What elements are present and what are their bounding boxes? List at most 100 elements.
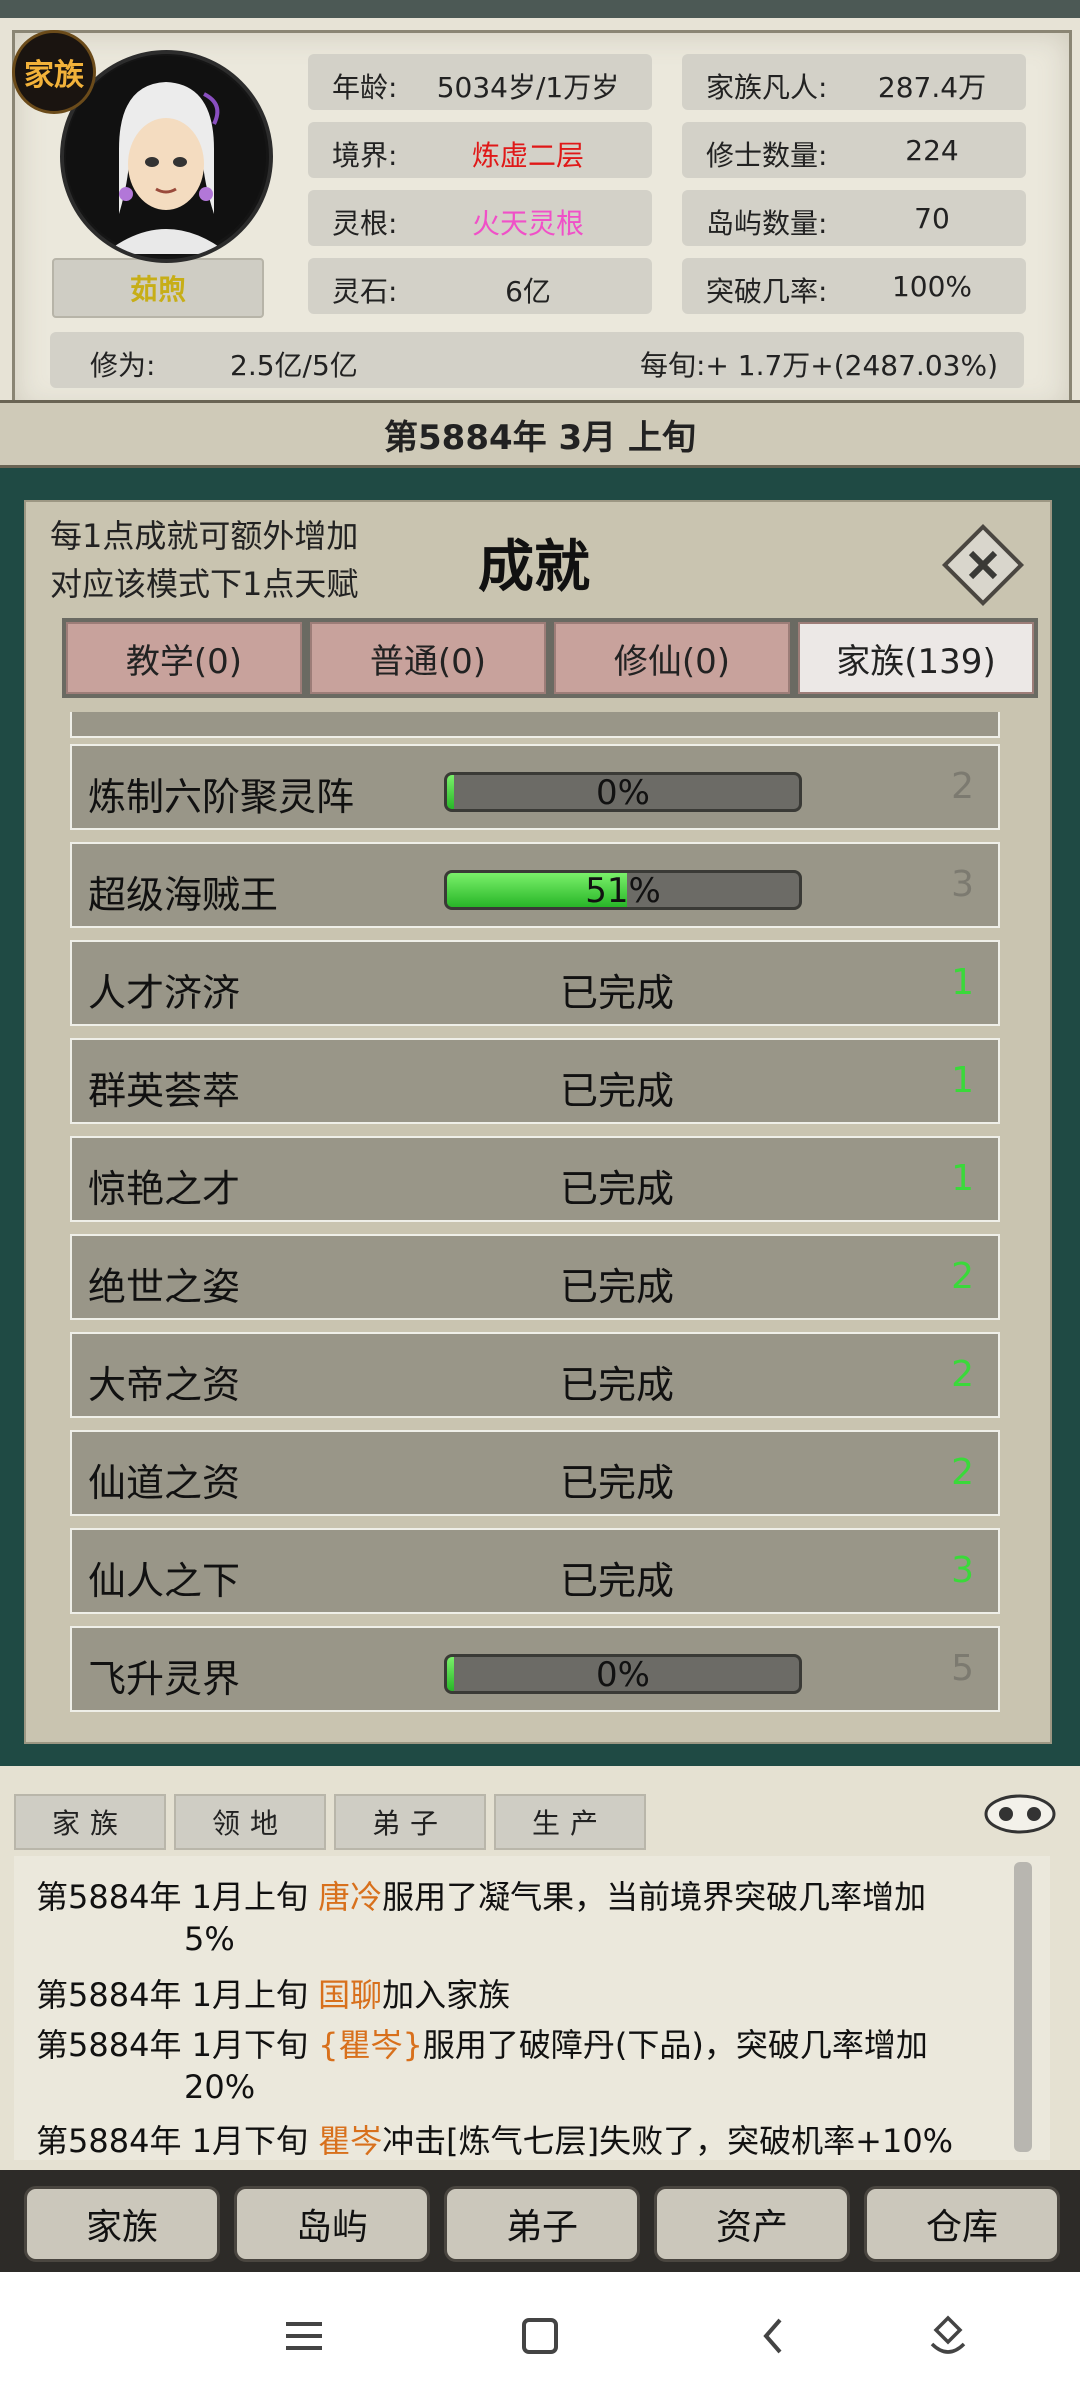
progress-text: 0%	[596, 773, 650, 812]
progress-bar: 0%	[444, 772, 802, 812]
nav-clan-button[interactable]: 家族	[24, 2186, 220, 2262]
system-nav-bar	[0, 2272, 1080, 2400]
achievement-desc-line2: 对应该模式下1点天赋	[50, 565, 359, 603]
nav-islands-button[interactable]: 岛屿	[234, 2186, 430, 2262]
progress-text: 51%	[585, 871, 661, 910]
progress-bar: 0%	[444, 1654, 802, 1694]
log-date: 第5884年 1月下旬	[36, 2026, 319, 2064]
log-tab-territory[interactable]: 领地	[174, 1794, 326, 1850]
achievement-row[interactable]: 大帝之资 已完成 2	[70, 1332, 1000, 1418]
stat-cultivators: 修士数量: 224	[682, 122, 1026, 178]
clan-badge[interactable]: 家族	[12, 30, 96, 114]
achievement-name: 飞升灵界	[88, 1657, 241, 1701]
achievement-row[interactable]: 群英荟萃 已完成 1	[70, 1038, 1000, 1124]
log-scrollbar[interactable]	[1014, 1862, 1032, 2152]
tab-cultivation[interactable]: 修仙(0)	[554, 622, 790, 694]
stat-age: 年龄: 5034岁/1万岁	[308, 54, 652, 110]
stat-cultivators-label: 修士数量:	[706, 139, 828, 172]
achievement-points: 1	[951, 962, 974, 1003]
tab-teaching[interactable]: 教学(0)	[66, 622, 302, 694]
log-text: 冲击[炼气七层]失败了，突破机率+10%	[382, 2122, 954, 2160]
stat-mortals-value: 287.4万	[877, 71, 987, 104]
stat-realm-label: 境界:	[332, 139, 398, 172]
achievement-row[interactable]: 仙人之下 已完成 3	[70, 1528, 1000, 1614]
achievement-desc-line1: 每1点成就可额外增加	[50, 517, 359, 555]
stat-cultivators-value: 224	[905, 134, 959, 167]
event-log-panel: 家族 领地 弟子 生产 第5884年 1月上旬 唐冷服用了凝气果，当前境界突破几…	[0, 1766, 1080, 2170]
log-person[interactable]: 国聊	[318, 1976, 382, 2014]
log-person[interactable]: 唐冷	[318, 1878, 382, 1916]
achievement-row-partial	[70, 712, 1000, 738]
cultivation-value: 2.5亿/5亿	[230, 349, 358, 382]
tab-normal[interactable]: 普通(0)	[310, 622, 546, 694]
progress-bar: 51%	[444, 870, 802, 910]
achievement-name: 超级海贼王	[88, 873, 279, 917]
stat-realm-value: 炼虚二层	[471, 139, 584, 172]
log-date: 第5884年 1月下旬	[36, 2122, 319, 2160]
achievement-points: 2	[951, 1256, 974, 1297]
cultivation-label: 修为:	[90, 349, 156, 382]
achievement-points: 1	[951, 1158, 974, 1199]
achievement-row[interactable]: 超级海贼王 51% 3	[70, 842, 1000, 928]
log-entry: 第5884年 1月上旬 唐冷服用了凝气果，当前境界突破几率增加	[36, 1872, 926, 1918]
achievement-modal: 每1点成就可额外增加 对应该模式下1点天赋 成就 教学(0) 普通(0) 修仙(…	[24, 500, 1052, 1744]
achievement-row[interactable]: 人才济济 已完成 1	[70, 940, 1000, 1026]
player-name[interactable]: 茹煦	[52, 258, 264, 318]
progress-text: 0%	[596, 1655, 650, 1694]
stat-age-value: 5034岁/1万岁	[436, 71, 620, 104]
game-date: 第5884年 3月 上旬	[0, 400, 1080, 468]
log-tab-production[interactable]: 生产	[494, 1794, 646, 1850]
achievement-status: 已完成	[560, 1167, 675, 1211]
achievement-row[interactable]: 炼制六阶聚灵阵 0% 2	[70, 744, 1000, 830]
stat-spirit-stones: 灵石: 6亿	[308, 258, 652, 314]
achievement-row[interactable]: 绝世之姿 已完成 2	[70, 1234, 1000, 1320]
log-date: 第5884年 1月上旬	[36, 1878, 319, 1916]
stat-age-label: 年龄:	[332, 71, 398, 104]
log-person[interactable]: 瞿岑	[318, 2122, 382, 2160]
log-tab-disciples[interactable]: 弟子	[334, 1794, 486, 1850]
achievement-name: 绝世之姿	[88, 1265, 241, 1309]
nav-assets-button[interactable]: 资产	[654, 2186, 850, 2262]
log-person[interactable]: {瞿岑}	[318, 2026, 423, 2064]
tab-clan[interactable]: 家族(139)	[798, 622, 1034, 694]
achievement-status: 已完成	[560, 1265, 675, 1309]
back-icon[interactable]	[748, 2310, 800, 2362]
log-entry: 第5884年 1月下旬 瞿岑冲击[炼气七层]失败了，突破机率+10%	[36, 2116, 953, 2160]
menu-icon[interactable]	[278, 2310, 330, 2362]
achievement-points: 5	[951, 1648, 974, 1689]
stat-realm: 境界: 炼虚二层	[308, 122, 652, 178]
log-tab-clan[interactable]: 家族	[14, 1794, 166, 1850]
log-text: 服用了破障丹(下品)，突破几率增加	[422, 2026, 928, 2064]
achievement-status: 已完成	[560, 971, 675, 1015]
achievement-name: 人才济济	[88, 971, 241, 1015]
achievement-row[interactable]: 飞升灵界 0% 5	[70, 1626, 1000, 1712]
achievement-row[interactable]: 仙道之资 已完成 2	[70, 1430, 1000, 1516]
achievement-name: 大帝之资	[88, 1363, 241, 1407]
achievement-description: 每1点成就可额外增加 对应该模式下1点天赋	[50, 512, 358, 608]
log-entry: 第5884年 1月上旬 国聊加入家族	[36, 1970, 510, 2016]
log-text: 加入家族	[382, 1976, 511, 2014]
achievement-status: 已完成	[560, 1461, 675, 1505]
nav-warehouse-button[interactable]: 仓库	[864, 2186, 1060, 2262]
log-date: 第5884年 1月上旬	[36, 1976, 319, 2014]
stat-islands-label: 岛屿数量:	[706, 207, 828, 240]
toggle-view-icon[interactable]	[980, 1788, 1060, 1838]
log-entry-cont: 5%	[184, 1920, 235, 1958]
home-icon[interactable]	[514, 2310, 566, 2362]
achievement-row[interactable]: 惊艳之才 已完成 1	[70, 1136, 1000, 1222]
achievement-points: 2	[951, 766, 974, 807]
achievement-status: 已完成	[560, 1363, 675, 1407]
achievement-name: 群英荟萃	[88, 1069, 241, 1113]
achievement-points: 2	[951, 1452, 974, 1493]
close-button[interactable]	[938, 520, 1028, 610]
stat-mortals: 家族凡人: 287.4万	[682, 54, 1026, 110]
stat-breakthrough: 突破几率: 100%	[682, 258, 1026, 314]
achievement-points: 1	[951, 1060, 974, 1101]
achievement-status: 已完成	[560, 1069, 675, 1113]
achievement-list[interactable]: 炼制六阶聚灵阵 0% 2 超级海贼王 51% 3 人才济济 已完成 1 群英荟萃…	[70, 712, 1000, 1728]
assistant-icon[interactable]	[922, 2310, 974, 2362]
event-log[interactable]: 第5884年 1月上旬 唐冷服用了凝气果，当前境界突破几率增加 5% 第5884…	[14, 1856, 1050, 2160]
stat-spirit-root-label: 灵根:	[332, 207, 398, 240]
stat-breakthrough-value: 100%	[891, 270, 973, 303]
nav-disciples-button[interactable]: 弟子	[444, 2186, 640, 2262]
